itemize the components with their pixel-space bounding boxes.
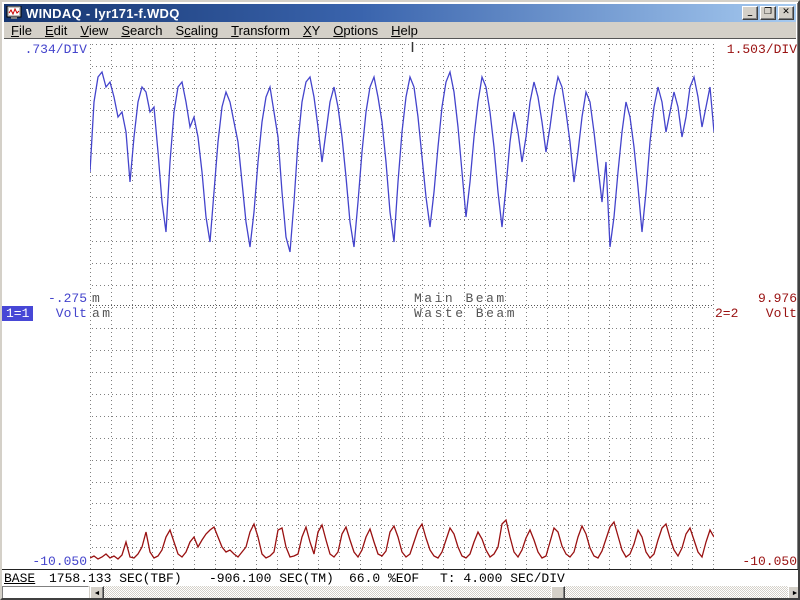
ch1-scale-per-div: .734/DIV <box>2 42 87 57</box>
menu-scaling[interactable]: Scaling <box>171 22 224 39</box>
ch1-unit: Volt <box>2 306 87 321</box>
event-annotation-waste-beam: Waste Beam <box>414 306 517 321</box>
minimize-button[interactable]: _ <box>742 6 758 20</box>
event-annotation-clipped-waste: am <box>92 306 113 321</box>
comment-box[interactable] <box>2 586 89 600</box>
menu-edit[interactable]: Edit <box>40 22 72 39</box>
menu-view[interactable]: View <box>75 22 113 39</box>
ch2-unit: Volt <box>717 306 797 321</box>
ch1-mid-value: -.275 <box>2 291 87 306</box>
menu-file[interactable]: File <box>6 22 37 39</box>
event-annotation-clipped-main: m <box>92 291 102 306</box>
event-annotation-main-beam: Main Beam <box>414 291 507 306</box>
status-time-marker: -906.100 SEC(TM) <box>209 571 334 586</box>
app-window: WINDAQ - lyr171-f.WDQ _ ❐ ✕ File Edit Vi… <box>0 0 800 600</box>
status-percent-eof: 66.0 %EOF <box>349 571 419 586</box>
ch2-scale-per-div: 1.503/DIV <box>717 42 797 57</box>
title-bar[interactable]: WINDAQ - lyr171-f.WDQ _ ❐ ✕ <box>4 4 796 22</box>
window-title: WINDAQ - lyr171-f.WDQ <box>26 6 180 21</box>
window-controls: _ ❐ ✕ <box>742 6 794 20</box>
ch2-bottom-value: -10.050 <box>717 554 797 569</box>
scrollbar-track[interactable] <box>104 586 788 600</box>
ch1-bottom-value: -10.050 <box>2 554 87 569</box>
scroll-right-button[interactable]: ► <box>788 586 800 600</box>
menu-search[interactable]: Search <box>116 22 167 39</box>
scope-grid-and-traces <box>90 42 714 570</box>
restore-button[interactable]: ❐ <box>760 6 776 20</box>
menu-help[interactable]: Help <box>386 22 423 39</box>
menu-xy[interactable]: XY <box>298 22 325 39</box>
menu-options[interactable]: Options <box>328 22 383 39</box>
bottom-scroll-row: ◄ ► <box>2 586 800 600</box>
scrollbar-thumb[interactable] <box>551 586 565 600</box>
app-icon <box>6 6 22 20</box>
status-time-per-div: T: 4.000 SEC/DIV <box>440 571 565 586</box>
close-button[interactable]: ✕ <box>778 6 794 20</box>
status-base-mode[interactable]: BASE <box>4 571 35 586</box>
menu-bar: File Edit View Search Scaling Transform … <box>4 22 796 39</box>
scroll-left-button[interactable]: ◄ <box>90 586 104 600</box>
status-time-from-beginning: 1758.133 SEC(TBF) <box>49 571 182 586</box>
ch2-mid-value: 9.976 <box>717 291 797 306</box>
menu-transform[interactable]: Transform <box>226 22 295 39</box>
waveform-chart[interactable] <box>90 42 714 570</box>
status-bar: BASE 1758.133 SEC(TBF) -906.100 SEC(TM) … <box>2 569 800 586</box>
